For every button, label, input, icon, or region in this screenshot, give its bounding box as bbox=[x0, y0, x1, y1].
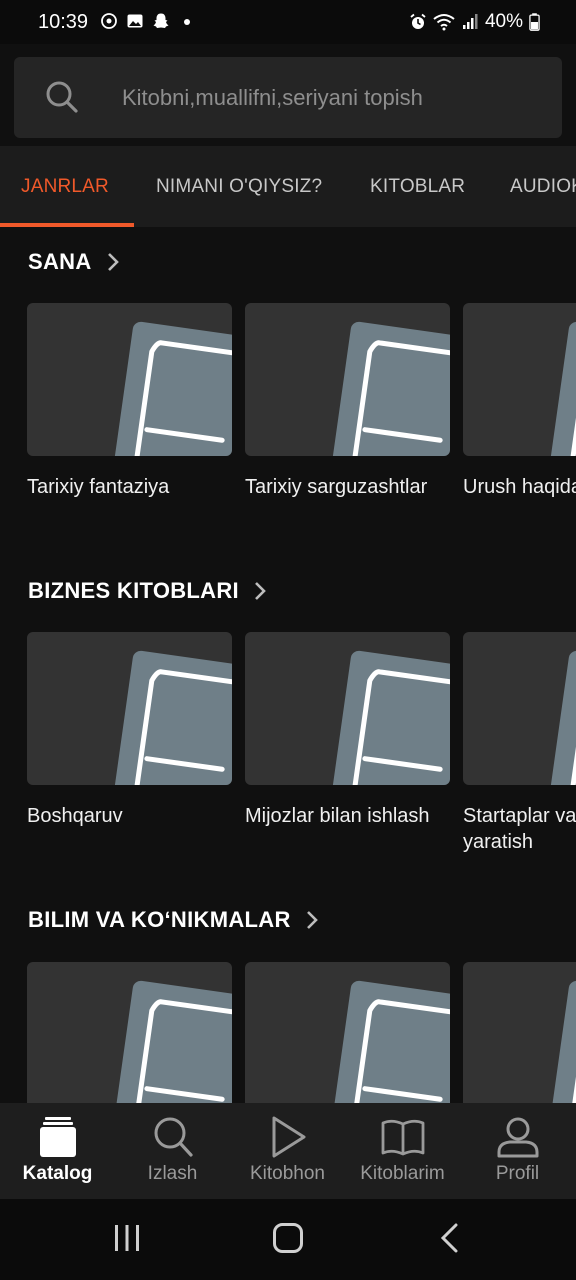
category-tabs: JANRLAR NIMANI O'QIYSIZ? KITOBLAR AUDIOK… bbox=[0, 146, 576, 227]
search-input[interactable] bbox=[122, 57, 542, 138]
nav-izlash[interactable]: Izlash bbox=[115, 1103, 230, 1199]
gallery-icon bbox=[127, 14, 143, 28]
genre-card[interactable]: Urush haqida kitoblar bbox=[463, 303, 576, 500]
back-icon[interactable] bbox=[438, 1223, 462, 1253]
nav-label: Izlash bbox=[147, 1163, 198, 1184]
book-icon bbox=[381, 1119, 425, 1156]
section-title: BILIM VA KOʻNIKMALAR bbox=[28, 907, 291, 932]
chevron-right-icon bbox=[107, 253, 119, 271]
tab-audiokitoblar[interactable]: AUDIOKITOBLAR bbox=[510, 146, 576, 227]
tab-kitoblar[interactable]: KITOBLAR bbox=[370, 146, 465, 227]
chevron-right-icon bbox=[306, 911, 318, 929]
search-bar[interactable] bbox=[14, 57, 562, 138]
book-placeholder-icon bbox=[332, 321, 450, 456]
genre-card[interactable]: Mijozlar bilan ishlash bbox=[245, 632, 450, 829]
book-placeholder-icon bbox=[114, 650, 232, 785]
status-system-icons: 40% bbox=[409, 11, 540, 33]
battery-icon bbox=[529, 13, 540, 31]
nav-label: Kitoblarim bbox=[360, 1163, 445, 1184]
genre-catalog: SANA Tarixiy fantaziya Tarixiy sarguzash… bbox=[0, 227, 576, 1103]
status-time: 10:39 bbox=[38, 11, 89, 33]
nav-katalog[interactable]: Katalog bbox=[0, 1103, 115, 1199]
book-placeholder-icon bbox=[114, 980, 232, 1103]
wifi-icon bbox=[433, 14, 455, 31]
book-placeholder-icon bbox=[550, 980, 576, 1103]
bottom-navigation: Katalog Izlash Kitobhon Kitoblarim Profi… bbox=[0, 1103, 576, 1199]
status-bar: 10:39 40% bbox=[0, 0, 576, 44]
genre-cover bbox=[27, 632, 232, 785]
battery-percent: 40% bbox=[484, 11, 523, 32]
section-title: BIZNES KITOBLARI bbox=[28, 578, 239, 603]
book-placeholder-icon bbox=[550, 321, 576, 456]
genre-card[interactable]: Tarixiy sarguzashtlar bbox=[245, 303, 450, 500]
alarm-icon bbox=[410, 13, 426, 29]
system-navigation-bar bbox=[0, 1199, 576, 1280]
genre-title: Startaplar va biznes yaratish bbox=[463, 805, 576, 853]
nav-label: Kitobhon bbox=[249, 1163, 325, 1184]
section-header[interactable]: BILIM VA KOʻNIKMALAR bbox=[28, 885, 319, 955]
genre-cover bbox=[463, 962, 576, 1103]
nav-profil[interactable]: Profil bbox=[460, 1103, 575, 1199]
genre-card[interactable]: Startaplar va biznes yaratish bbox=[463, 632, 576, 855]
home-icon[interactable] bbox=[272, 1222, 304, 1254]
genre-cover bbox=[245, 632, 450, 785]
signal-icon bbox=[462, 14, 478, 29]
genre-cover bbox=[245, 962, 450, 1103]
genre-card[interactable]: Tarixiy fantaziya bbox=[27, 303, 232, 500]
genre-title: Boshqaruv bbox=[27, 805, 123, 827]
genre-cover bbox=[27, 303, 232, 456]
book-placeholder-icon bbox=[332, 980, 450, 1103]
genre-title: Mijozlar bilan ishlash bbox=[245, 805, 430, 827]
search-icon bbox=[46, 81, 78, 113]
section-header[interactable]: SANA bbox=[28, 227, 120, 297]
genre-cover bbox=[27, 962, 232, 1103]
nav-kitoblarim[interactable]: Kitoblarim bbox=[345, 1103, 460, 1199]
genre-title: Urush haqida kitoblar bbox=[463, 476, 576, 498]
section-header[interactable]: BIZNES KITOBLARI bbox=[28, 556, 267, 626]
genre-cover bbox=[463, 632, 576, 785]
snapchat-icon bbox=[153, 13, 169, 28]
genre-title: Tarixiy fantaziya bbox=[27, 476, 170, 498]
nav-label: Katalog bbox=[22, 1163, 93, 1184]
book-placeholder-icon bbox=[114, 321, 232, 456]
tab-janrlar[interactable]: JANRLAR bbox=[21, 146, 109, 227]
nav-label: Profil bbox=[495, 1163, 540, 1184]
dot-icon bbox=[184, 19, 190, 25]
chevron-right-icon bbox=[255, 582, 266, 600]
whatsapp-icon bbox=[101, 13, 117, 29]
status-notification-icons bbox=[100, 12, 196, 30]
genre-card[interactable] bbox=[245, 962, 450, 1103]
genre-card[interactable] bbox=[27, 962, 232, 1103]
genre-cover bbox=[245, 303, 450, 456]
nav-kitobhon[interactable]: Kitobhon bbox=[230, 1103, 345, 1199]
genre-title: Tarixiy sarguzashtlar bbox=[245, 476, 428, 498]
book-placeholder-icon bbox=[550, 650, 576, 785]
search-area bbox=[0, 44, 576, 146]
recent-apps-icon[interactable] bbox=[112, 1223, 142, 1253]
book-placeholder-icon bbox=[332, 650, 450, 785]
tab-nimani-oqiysiz[interactable]: NIMANI O'QIYSIZ? bbox=[156, 146, 322, 227]
search-icon bbox=[154, 1117, 193, 1157]
genre-cover bbox=[463, 303, 576, 456]
section-title: SANA bbox=[28, 249, 92, 274]
profile-icon bbox=[497, 1117, 539, 1158]
catalog-icon bbox=[40, 1117, 76, 1157]
play-icon bbox=[272, 1116, 306, 1158]
genre-card[interactable]: Boshqaruv bbox=[27, 632, 232, 829]
genre-card[interactable] bbox=[463, 962, 576, 1103]
